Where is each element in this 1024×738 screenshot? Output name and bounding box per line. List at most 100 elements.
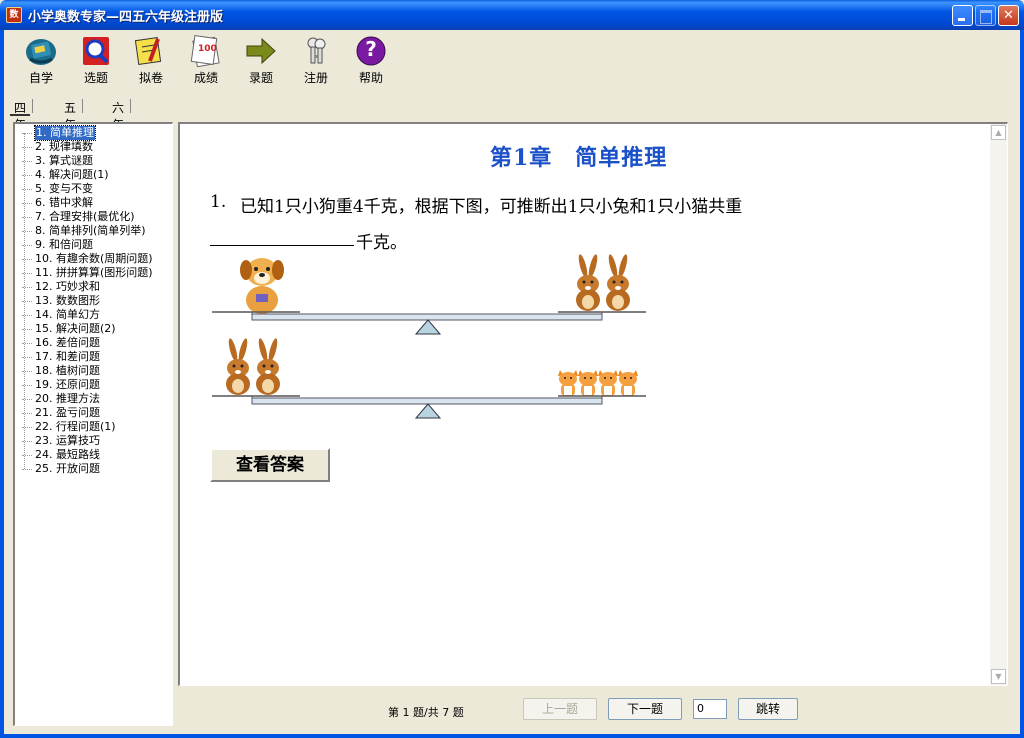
tree-item[interactable]: 22. 行程问题(1) (22, 420, 116, 434)
rabbit-icon (226, 337, 250, 395)
tab-grade-6[interactable]: 六年级 (108, 96, 132, 149)
question-counter: 第 1 题/共 7 题 (388, 706, 464, 719)
tab-grade-4[interactable]: 四年级 (10, 96, 34, 149)
tree-item[interactable]: 2. 规律填数 (22, 140, 93, 154)
question-text: 已知1只小狗重4千克，根据下图，可推断出1只小兔和1只小猫共重 (240, 197, 743, 217)
tree-connector (22, 329, 32, 330)
tree-connector (22, 315, 32, 316)
tree-item[interactable]: 8. 简单排列(简单列举) (22, 224, 146, 238)
tab-grade-5[interactable]: 五年级 (60, 96, 84, 149)
tree-item[interactable]: 14. 简单幻方 (22, 308, 100, 322)
tree-item[interactable]: 3. 算式谜题 (22, 154, 93, 168)
tree-item[interactable]: 21. 盈亏问题 (22, 406, 100, 420)
tree-item[interactable]: 1. 简单推理 (22, 125, 96, 141)
tree-item[interactable]: 25. 开放问题 (22, 462, 100, 476)
jump-input[interactable]: 0 (693, 699, 727, 719)
question-navigation: 第 1 题/共 7 题 上一题 下一题 0 跳转 (178, 690, 1008, 726)
question-number: 1. (210, 192, 227, 212)
tree-connector (22, 259, 32, 260)
tree-item[interactable]: 9. 和倍问题 (22, 238, 93, 252)
tree-item[interactable]: 5. 变与不变 (22, 182, 93, 196)
tree-item[interactable]: 17. 和差问题 (22, 350, 100, 364)
minimize-button[interactable] (952, 5, 973, 26)
score-badge: 100 (198, 44, 217, 54)
scroll-up-icon[interactable]: ▲ (991, 125, 1006, 140)
tree-connector (22, 245, 32, 246)
toolbar-label: 注册 (303, 71, 328, 85)
tree-item[interactable]: 16. 差倍问题 (22, 336, 100, 350)
toolbar-button-enter-question[interactable]: 录题 (236, 35, 286, 89)
magnifier-icon (79, 35, 113, 67)
rabbit-icon (606, 254, 630, 311)
help-glyph: ? (365, 37, 377, 61)
tree-item[interactable]: 10. 有趣余数(周期问题) (22, 252, 153, 266)
keys-icon (299, 35, 333, 67)
maximize-button[interactable] (975, 5, 996, 26)
question-panel: 第1章 简单推理 1. 已知1只小狗重4千克，根据下图，可推断出1只小兔和1只小… (178, 122, 1008, 686)
tree-item[interactable]: 4. 解决问题(1) (22, 168, 109, 182)
toolbar: 自学 选题 拟卷 100 成绩 录题 注册 ? 帮助 (4, 31, 1020, 91)
window-border-left (0, 30, 4, 738)
prev-question-button[interactable]: 上一题 (523, 698, 597, 720)
arrow-right-icon (244, 35, 278, 67)
tree-connector (22, 469, 32, 470)
cat-icon (598, 370, 618, 396)
tree-connector (22, 399, 32, 400)
toolbar-button-self-study[interactable]: 自学 (16, 35, 66, 89)
pencil-paper-icon (134, 35, 168, 67)
answer-blank (210, 244, 354, 246)
toolbar-label: 帮助 (358, 71, 383, 85)
tree-item[interactable]: 6. 错中求解 (22, 196, 93, 210)
cat-icon (618, 370, 638, 396)
tree-connector (22, 343, 32, 344)
tree-connector (22, 427, 32, 428)
score-paper-icon: 100 (189, 35, 223, 68)
tree-connector (22, 455, 32, 456)
tree-item[interactable]: 7. 合理安排(最优化) (22, 210, 135, 224)
rabbit-icon (576, 254, 600, 311)
answer-unit: 千克。 (356, 233, 407, 253)
tree-connector (22, 413, 32, 414)
tree-connector (22, 287, 32, 288)
toolbar-button-draft-paper[interactable]: 拟卷 (126, 35, 176, 89)
tree-connector (22, 357, 32, 358)
chapter-title: 第1章 简单推理 (490, 145, 668, 171)
next-question-button[interactable]: 下一题 (608, 698, 682, 720)
tree-item[interactable]: 23. 运算技巧 (22, 434, 100, 448)
tree-connector (22, 161, 32, 162)
dog-icon (240, 258, 284, 314)
tree-item[interactable]: 18. 植树问题 (22, 364, 100, 378)
help-icon: ? (354, 35, 388, 67)
close-button[interactable]: ✕ (998, 5, 1019, 26)
toolbar-button-score[interactable]: 100 成绩 (181, 35, 231, 89)
tree-connector (22, 301, 32, 302)
jump-button[interactable]: 跳转 (738, 698, 798, 720)
chapter-tree[interactable]: 1. 简单推理 2. 规律填数 3. 算式谜题 4. 解决问题(1) 5. 变与不变 6.… (13, 122, 173, 726)
toolbar-button-register[interactable]: 注册 (291, 35, 341, 89)
tree-item[interactable]: 20. 推理方法 (22, 392, 100, 406)
toolbar-label: 录题 (248, 71, 273, 85)
tree-connector (22, 147, 32, 148)
title-bar: 数 小学奥数专家—四五六年级注册版 ✕ (0, 0, 1024, 30)
toolbar-label: 自学 (28, 71, 53, 85)
vertical-scrollbar[interactable]: ▲ ▼ (990, 124, 1007, 685)
toolbar-label: 成绩 (193, 71, 218, 85)
book-icon (24, 35, 58, 67)
tree-connector (22, 385, 32, 386)
toolbar-button-select[interactable]: 选题 (71, 35, 121, 89)
tree-item[interactable]: 19. 还原问题 (22, 378, 100, 392)
tree-connector (22, 175, 32, 176)
toolbar-label: 选题 (83, 71, 108, 85)
tree-item[interactable]: 11. 拼拼算算(图形问题) (22, 266, 153, 280)
toolbar-button-help[interactable]: ? 帮助 (346, 35, 396, 89)
tree-item[interactable]: 12. 巧妙求和 (22, 280, 100, 294)
tree-connector (22, 189, 32, 190)
window-title: 小学奥数专家—四五六年级注册版 (28, 10, 224, 25)
minimize-icon (953, 6, 972, 25)
tree-item[interactable]: 13. 数数图形 (22, 294, 100, 308)
tree-item[interactable]: 24. 最短路线 (22, 448, 100, 462)
tree-item[interactable]: 15. 解决问题(2) (22, 322, 116, 336)
scroll-down-icon[interactable]: ▼ (991, 669, 1006, 684)
show-answer-button[interactable]: 查看答案 (210, 448, 330, 482)
tree-connector (22, 441, 32, 442)
